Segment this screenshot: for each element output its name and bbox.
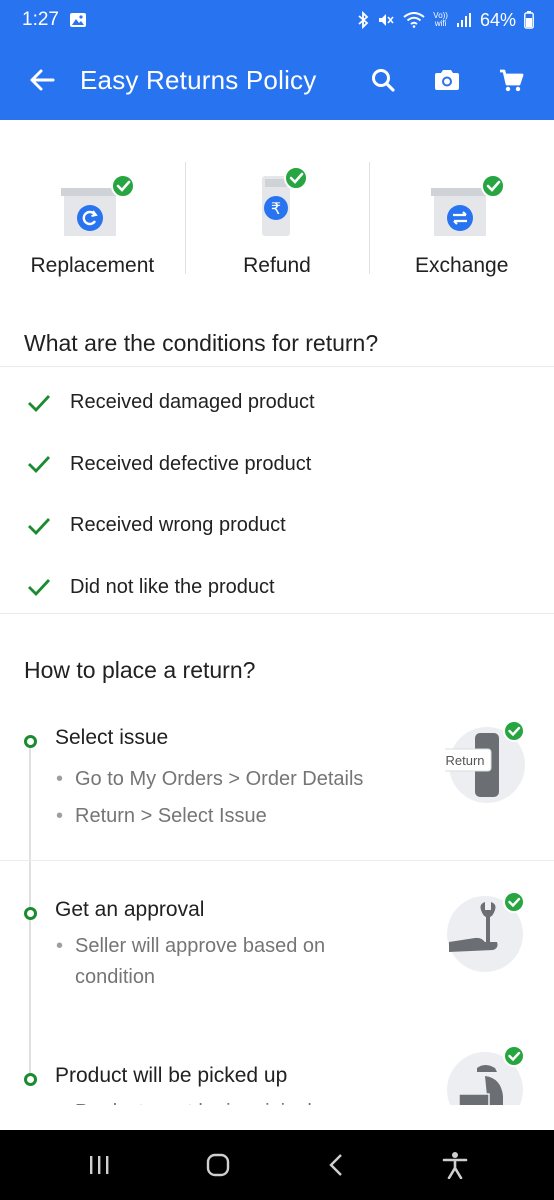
step-bullet: Return > Select Issue — [56, 801, 386, 832]
list-item: Received wrong product — [0, 495, 554, 557]
policy-types-row: Replacement ₹ Refund Exchange — [0, 150, 554, 280]
cart-icon[interactable] — [490, 59, 532, 101]
replacement-box-icon — [47, 158, 137, 238]
back-icon[interactable] — [312, 1141, 360, 1189]
return-phone-illustration: Return — [438, 720, 530, 806]
svg-text:₹: ₹ — [271, 199, 281, 218]
checkmark-icon — [26, 451, 52, 477]
status-time: 1:27 — [22, 9, 59, 30]
divider — [0, 860, 554, 861]
wifi-icon — [403, 12, 425, 28]
search-icon[interactable] — [362, 59, 404, 101]
step-bullet-text: Return > Select Issue — [75, 805, 267, 827]
checkmark-icon — [26, 574, 52, 600]
step-bullet: Go to My Orders > Order Details — [56, 764, 386, 795]
recent-apps-icon[interactable] — [75, 1141, 123, 1189]
list-item: Received defective product — [0, 434, 554, 496]
policy-type-refund: ₹ Refund — [184, 150, 370, 280]
condition-text: Received damaged product — [70, 391, 315, 414]
list-item: Did not like the product — [0, 557, 554, 619]
step-bullet-text: Go to My Orders > Order Details — [75, 768, 364, 790]
battery-icon — [524, 11, 534, 29]
step-title: Select issue — [55, 726, 169, 749]
pickup-courier-illustration — [445, 1044, 530, 1105]
return-illustration-label: Return — [445, 753, 484, 768]
policy-type-replacement: Replacement — [0, 150, 185, 280]
condition-text: Received wrong product — [70, 514, 286, 537]
step-title: Get an approval — [55, 898, 205, 921]
condition-text: Did not like the product — [70, 575, 275, 598]
step-bullet-text: Seller will approve based on condition — [75, 935, 326, 988]
page-title: Easy Returns Policy — [80, 64, 317, 95]
checkmark-icon — [26, 390, 52, 416]
step-bullet: Product must be in original — [56, 1097, 386, 1105]
conditions-heading: What are the conditions for return? — [24, 330, 379, 356]
conditions-list: Received damaged product Received defect… — [0, 372, 554, 618]
mute-icon — [377, 11, 395, 29]
approval-wrench-illustration — [445, 890, 530, 975]
back-arrow-icon[interactable] — [22, 60, 62, 100]
home-icon[interactable] — [194, 1141, 242, 1189]
battery-percentage: 64% — [479, 9, 516, 30]
step-bullet: Seller will approve based on condition — [56, 931, 386, 993]
condition-text: Received defective product — [70, 452, 312, 475]
steps-heading: How to place a return? — [24, 657, 256, 683]
checkmark-icon — [26, 513, 52, 539]
volte-icon: Vo)) wifi — [433, 12, 448, 28]
camera-icon[interactable] — [426, 59, 468, 101]
step-dot — [24, 735, 37, 748]
volte-wifi-label: wifi — [434, 19, 447, 28]
exchange-box-icon — [417, 158, 507, 238]
step-title: Product will be picked up — [55, 1064, 288, 1087]
system-navigation-bar — [0, 1130, 554, 1200]
signal-icon — [456, 12, 472, 28]
divider — [0, 613, 554, 614]
step-dot — [24, 1073, 37, 1086]
refund-phone-icon: ₹ — [232, 158, 322, 238]
bluetooth-icon — [357, 11, 369, 29]
list-item: Received damaged product — [0, 372, 554, 434]
policy-type-label: Exchange — [414, 254, 509, 277]
status-bar: 1:27 Vo)) wifi 64% — [0, 0, 554, 40]
divider — [0, 366, 554, 367]
step-bullet-text: Product must be in original — [56, 1097, 386, 1105]
accessibility-icon[interactable] — [431, 1141, 479, 1189]
policy-type-label: Refund — [243, 254, 311, 277]
policy-type-exchange: Exchange — [369, 150, 554, 280]
policy-type-label: Replacement — [30, 254, 155, 277]
gallery-notification-icon — [69, 12, 87, 28]
app-bar: Easy Returns Policy — [0, 40, 554, 120]
return-steps: Select issue Go to My Orders > Order Det… — [0, 705, 554, 1105]
step-dot — [24, 907, 37, 920]
